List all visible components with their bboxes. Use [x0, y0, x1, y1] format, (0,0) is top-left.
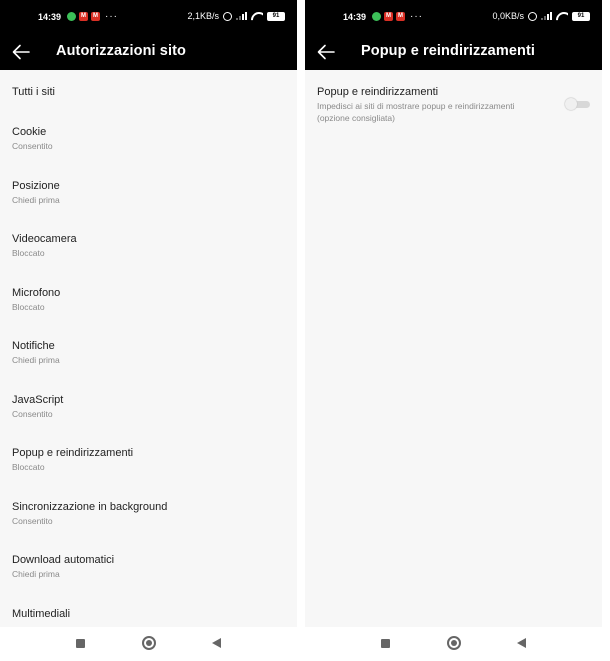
list-item-media[interactable]: Multimediali	[12, 608, 287, 620]
gmail-icon: M	[396, 12, 405, 21]
gmail-icon: M	[384, 12, 393, 21]
list-item-status: Consentito	[12, 409, 53, 419]
page-title: Popup e reindirizzamenti	[361, 43, 536, 59]
network-speed: 2,1KB/s	[187, 11, 219, 21]
alarm-icon	[223, 11, 232, 21]
nav-back-icon[interactable]	[212, 638, 221, 648]
toggle-thumb	[565, 98, 577, 110]
list-item-status: Consentito	[12, 141, 53, 151]
status-bar: 14:39 M M ··· 0,0KB/s 91	[305, 0, 602, 35]
app-bar: Popup e reindirizzamenti	[305, 35, 602, 70]
list-item-status: Chiedi prima	[12, 355, 60, 365]
list-item-label: Popup e reindirizzamenti	[12, 447, 134, 459]
signal-icon	[541, 12, 552, 20]
recent-apps-icon[interactable]	[76, 639, 85, 648]
list-item-label: Cookie	[12, 126, 47, 138]
list-item-label: Download automatici	[12, 554, 115, 566]
home-icon[interactable]	[447, 636, 461, 650]
gmail-icon: M	[91, 12, 100, 21]
status-bar: 14:39 M M ··· 2,1KB/s 91	[0, 0, 297, 35]
list-item-all-sites[interactable]: Tutti i siti	[12, 86, 287, 98]
navigation-bar	[305, 627, 602, 661]
list-item-label: Multimediali	[12, 608, 71, 620]
site-permissions-screen: 14:39 M M ··· 2,1KB/s 91 Autorizzazioni …	[0, 0, 297, 661]
status-time: 14:39	[38, 12, 62, 22]
list-item-camera[interactable]: Videocamera Bloccato	[12, 233, 287, 258]
list-item-location[interactable]: Posizione Chiedi prima	[12, 180, 287, 205]
list-item-status: Chiedi prima	[12, 195, 60, 205]
list-item-label: JavaScript	[12, 394, 64, 406]
navigation-bar	[0, 627, 297, 661]
list-item-label: Posizione	[12, 180, 60, 192]
list-item-label: Sincronizzazione in background	[12, 501, 168, 513]
back-arrow-icon[interactable]	[317, 44, 335, 60]
notification-icons: M M ···	[372, 11, 423, 22]
battery-icon: 91	[267, 11, 285, 21]
gmail-icon: M	[79, 12, 88, 21]
battery-icon: 91	[572, 11, 590, 21]
list-item-auto-downloads[interactable]: Download automatici Chiedi prima	[12, 554, 287, 579]
setting-label: Popup e reindirizzamenti	[317, 86, 439, 98]
more-notifications-icon: ···	[105, 11, 118, 22]
wifi-icon	[556, 12, 568, 21]
page-title: Autorizzazioni sito	[56, 43, 186, 59]
network-speed: 0,0KB/s	[492, 11, 524, 21]
list-item-label: Tutti i siti	[12, 86, 55, 98]
list-item-status: Consentito	[12, 516, 53, 526]
panel-divider	[297, 0, 305, 661]
status-time: 14:39	[343, 12, 367, 22]
list-item-popups[interactable]: Popup e reindirizzamenti Bloccato	[12, 447, 287, 472]
more-notifications-icon: ···	[410, 11, 423, 22]
list-item-status: Bloccato	[12, 462, 45, 472]
list-item-status: Chiedi prima	[12, 569, 60, 579]
signal-icon	[236, 12, 247, 20]
wifi-icon	[251, 12, 263, 21]
list-item-microphone[interactable]: Microfono Bloccato	[12, 287, 287, 312]
popups-screen: 14:39 M M ··· 0,0KB/s 91 Popup e reindir…	[305, 0, 602, 661]
setting-description: Impedisci ai siti di mostrare popup e re…	[317, 101, 515, 123]
list-item-status: Bloccato	[12, 248, 45, 258]
notification-icons: M M ···	[67, 11, 118, 22]
list-item-label: Notifiche	[12, 340, 55, 352]
list-item-label: Microfono	[12, 287, 61, 299]
list-item-cookie[interactable]: Cookie Consentito	[12, 126, 287, 151]
back-arrow-icon[interactable]	[12, 44, 30, 60]
popups-toggle[interactable]	[565, 98, 590, 110]
recent-apps-icon[interactable]	[381, 639, 390, 648]
home-icon[interactable]	[142, 636, 156, 650]
list-item-notifications[interactable]: Notifiche Chiedi prima	[12, 340, 287, 365]
status-right-group: 0,0KB/s 91	[492, 11, 590, 21]
list-item-label: Videocamera	[12, 233, 77, 245]
alarm-icon	[528, 11, 537, 21]
popups-setting-row[interactable]: Popup e reindirizzamenti Impedisci ai si…	[317, 86, 590, 124]
whatsapp-icon	[372, 12, 381, 21]
list-item-background-sync[interactable]: Sincronizzazione in background Consentit…	[12, 501, 287, 526]
list-item-javascript[interactable]: JavaScript Consentito	[12, 394, 287, 419]
list-item-status: Bloccato	[12, 302, 45, 312]
status-right-group: 2,1KB/s 91	[187, 11, 285, 21]
nav-back-icon[interactable]	[517, 638, 526, 648]
app-bar: Autorizzazioni sito	[0, 35, 297, 70]
whatsapp-icon	[67, 12, 76, 21]
